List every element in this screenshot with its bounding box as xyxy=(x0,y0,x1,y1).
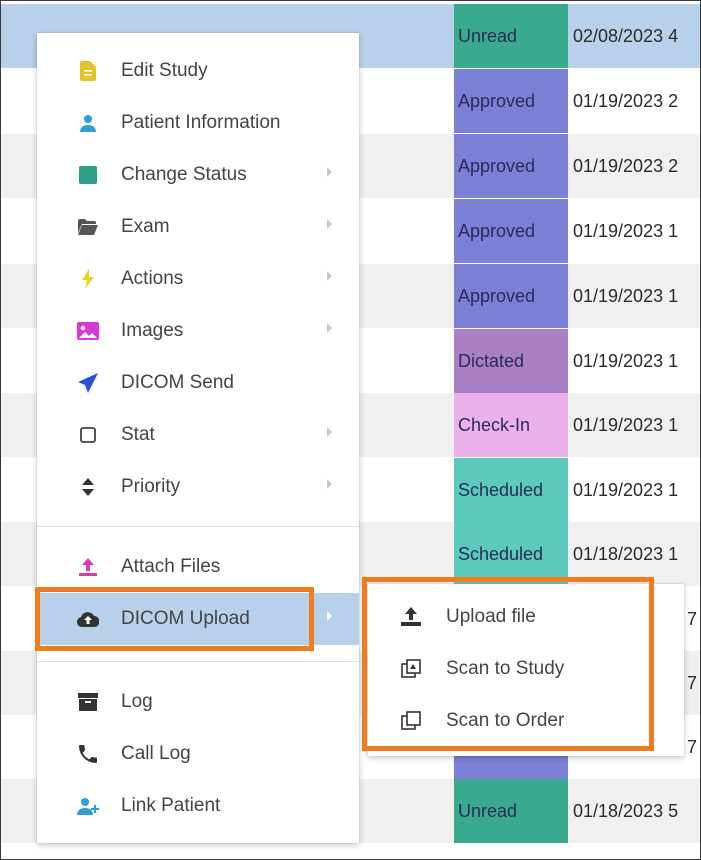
date-cell-partial: 7 xyxy=(687,673,698,693)
date-cell: 01/19/2023 1 xyxy=(573,351,679,371)
menu-item-patient-information[interactable]: Patient Information xyxy=(37,97,359,149)
context-menu: Edit Study Patient Information Change St… xyxy=(37,33,359,843)
upload-icon xyxy=(77,556,99,578)
date-cell: 02/08/2023 4 xyxy=(573,26,679,46)
menu-item-label: Patient Information xyxy=(121,112,281,133)
menu-item-label: Priority xyxy=(121,476,181,497)
menu-item-images[interactable]: Images xyxy=(37,305,359,357)
date-cell-partial: 7 xyxy=(687,737,698,757)
menu-item-label: Edit Study xyxy=(121,60,208,81)
menu-item-label: Stat xyxy=(121,424,155,445)
menu-item-link-patient[interactable]: Link Patient xyxy=(37,780,359,832)
menu-item-exam[interactable]: Exam xyxy=(37,201,359,253)
status-cell: Unread xyxy=(454,779,568,843)
chevron-right-icon xyxy=(327,427,332,437)
menu-item-priority[interactable]: Priority xyxy=(37,461,359,513)
folder-open-icon xyxy=(77,216,99,238)
person-icon xyxy=(77,112,99,134)
status-cell: Approved xyxy=(454,69,568,133)
menu-item-label: Attach Files xyxy=(121,556,221,577)
date-cell: 01/18/2023 5 xyxy=(573,801,679,821)
menu-item-label: DICOM Send xyxy=(121,372,234,393)
status-cell: Dictated xyxy=(454,329,568,393)
image-icon xyxy=(77,320,99,342)
date-cell: 01/19/2023 1 xyxy=(573,221,679,241)
chevron-right-icon xyxy=(327,323,332,333)
phone-icon xyxy=(77,743,99,765)
date-cell: 01/19/2023 1 xyxy=(573,415,679,435)
menu-item-label: Call Log xyxy=(121,743,191,764)
date-cell: 01/19/2023 1 xyxy=(573,286,679,306)
menu-item-label: Exam xyxy=(121,216,170,237)
menu-item-label: Link Patient xyxy=(121,795,221,816)
archive-icon xyxy=(77,691,99,713)
menu-item-attach-files[interactable]: Attach Files xyxy=(37,541,359,593)
date-cell-partial: 7 xyxy=(687,609,698,629)
menu-item-stat[interactable]: Stat xyxy=(37,409,359,461)
menu-item-log[interactable]: Log xyxy=(37,676,359,728)
chevron-right-icon xyxy=(327,271,332,281)
menu-item-call-log[interactable]: Call Log xyxy=(37,728,359,780)
status-cell: Approved xyxy=(454,134,568,198)
callout-highlight-submenu xyxy=(362,577,654,751)
checkbox-icon xyxy=(77,424,99,446)
status-cell: Unread xyxy=(454,4,568,68)
status-cell: Approved xyxy=(454,264,568,328)
menu-item-label: Change Status xyxy=(121,164,247,185)
square-icon xyxy=(77,164,99,186)
date-cell: 01/19/2023 2 xyxy=(573,91,679,111)
menu-divider xyxy=(37,661,359,662)
status-cell: Scheduled xyxy=(454,458,568,522)
date-cell: 01/19/2023 2 xyxy=(573,156,679,176)
chevron-right-icon xyxy=(327,167,332,177)
date-cell: 01/19/2023 1 xyxy=(573,480,679,500)
menu-item-actions[interactable]: Actions xyxy=(37,253,359,305)
menu-item-dicom-send[interactable]: DICOM Send xyxy=(37,357,359,409)
status-cell: Approved xyxy=(454,199,568,263)
person-add-icon xyxy=(77,795,99,817)
menu-item-label: Log xyxy=(121,691,153,712)
status-cell: Check-In xyxy=(454,393,568,457)
sort-icon xyxy=(77,476,99,498)
chevron-right-icon xyxy=(327,479,332,489)
menu-divider xyxy=(37,526,359,527)
file-icon xyxy=(77,60,99,82)
callout-highlight-dicom-upload xyxy=(35,587,314,651)
chevron-right-icon xyxy=(327,219,332,229)
worklist-frame: Unread 02/08/2023 4 Approved 01/19/2023 … xyxy=(0,0,701,860)
menu-item-edit-study[interactable]: Edit Study xyxy=(37,45,359,97)
menu-item-label: Actions xyxy=(121,268,184,289)
lightning-icon xyxy=(77,268,99,290)
menu-item-label: Images xyxy=(121,320,184,341)
chevron-right-icon xyxy=(327,611,332,621)
send-icon xyxy=(77,372,99,394)
menu-item-change-status[interactable]: Change Status xyxy=(37,149,359,201)
